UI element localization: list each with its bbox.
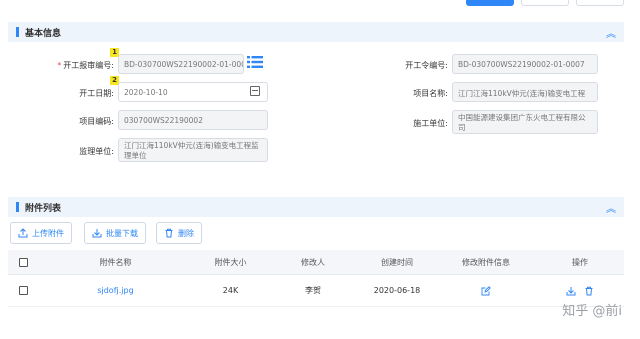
report-no-field[interactable]: BD-030700WS22190002-01-0007 [118, 54, 244, 74]
construction-unit-label: 施工单位: [413, 119, 448, 128]
delete-button[interactable]: 删除 [156, 222, 202, 244]
project-name-field: 江门江海110kV仲元(连海)输变电工程 [452, 82, 598, 102]
upload-icon [18, 228, 28, 238]
primary-action-button[interactable] [466, 0, 514, 6]
col-header-size: 附件大小 [214, 257, 247, 267]
col-header-modifier: 修改人 [301, 257, 325, 267]
edit-icon[interactable] [481, 285, 491, 296]
chevron-up-icon[interactable]: ︽ [606, 200, 616, 215]
trash-icon[interactable] [584, 286, 594, 296]
section-marker [16, 202, 19, 212]
upload-button[interactable]: 上传附件 [10, 222, 72, 244]
supervisor-label: 监理单位: [79, 147, 114, 156]
attachment-size: 24K [222, 286, 239, 295]
watermark: 知乎 @前i [562, 304, 622, 319]
col-header-actions: 操作 [572, 257, 588, 267]
project-code-field: 030700WS22190002 [118, 110, 268, 130]
batch-download-label: 批量下载 [106, 228, 138, 238]
report-no-label: * 开工报审编号: [57, 61, 114, 70]
section-marker [16, 27, 19, 37]
supervisor-field: 江门江海110kV仲元(连海)输变电工程监理单位 [118, 138, 268, 162]
trash-icon [165, 228, 173, 238]
col-header-edit-info: 修改附件信息 [462, 257, 510, 267]
secondary-action-button[interactable] [521, 0, 569, 6]
order-no-field: BD-030700WS22190002-01-0007 [452, 54, 598, 74]
top-toolbar [0, 0, 640, 10]
construction-unit-field: 中国能源建设集团广东火电工程有限公司 [452, 110, 598, 134]
project-name-label: 项目名称: [413, 89, 448, 98]
delete-label: 删除 [178, 228, 194, 238]
basic-info-header: 基本信息 ︽ [8, 22, 624, 42]
section-title: 附件列表 [25, 204, 62, 214]
start-date-field[interactable]: 2020-10-10 [118, 82, 268, 102]
order-no-label: 开工令编号: [405, 61, 448, 70]
start-date-label: 开工日期: [79, 89, 114, 98]
calendar-icon[interactable] [250, 86, 260, 96]
col-header-name: 附件名称 [99, 257, 132, 267]
attachment-name-link[interactable]: sjdofj.jpg [38, 286, 193, 295]
section-title: 基本信息 [25, 29, 62, 39]
attachments-header: 附件列表 ︽ [8, 197, 624, 217]
batch-download-button[interactable]: 批量下载 [84, 222, 146, 244]
attachment-modifier: 李贺 [305, 286, 321, 295]
chevron-up-icon[interactable]: ︽ [606, 25, 616, 40]
table-header-row: 附件名称 附件大小 修改人 创建时间 修改附件信息 操作 [8, 250, 624, 275]
attachment-created: 2020-06-18 [373, 286, 421, 295]
list-icon[interactable] [247, 55, 263, 69]
download-icon[interactable] [566, 286, 576, 296]
tertiary-action-button[interactable] [576, 0, 624, 6]
col-header-created: 创建时间 [381, 257, 413, 267]
upload-label: 上传附件 [32, 228, 64, 238]
project-code-label: 项目编码: [79, 117, 114, 126]
table-row: sjdofj.jpg 24K 李贺 2020-06-18 [8, 275, 624, 307]
select-all-checkbox[interactable] [18, 257, 28, 267]
download-icon [92, 229, 102, 238]
row-checkbox[interactable] [18, 286, 28, 295]
